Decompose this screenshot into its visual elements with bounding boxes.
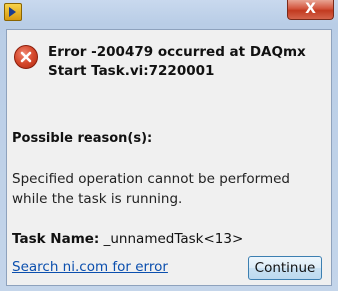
- labview-app-icon: [4, 3, 22, 21]
- task-name-line: Task Name: _unnamedTask<13>: [12, 231, 243, 247]
- search-ni-link[interactable]: Search ni.com for error: [12, 259, 168, 275]
- close-button[interactable]: X: [287, 0, 334, 20]
- task-name-value: _unnamedTask<13>: [103, 231, 244, 247]
- continue-button[interactable]: Continue: [248, 256, 322, 280]
- dialog-body: Error -200479 occurred at DAQmx Start Ta…: [6, 29, 332, 286]
- error-dialog-window: X Error -200479 occurred at DAQmx Start …: [0, 0, 338, 291]
- error-title: Error -200479 occurred at DAQmx Start Ta…: [48, 44, 306, 79]
- error-icon: [14, 45, 38, 69]
- possible-reasons-label: Possible reason(s):: [12, 131, 153, 146]
- task-name-label: Task Name:: [12, 231, 100, 247]
- error-message: Specified operation cannot be performed …: [12, 171, 290, 207]
- title-bar[interactable]: X: [0, 0, 338, 24]
